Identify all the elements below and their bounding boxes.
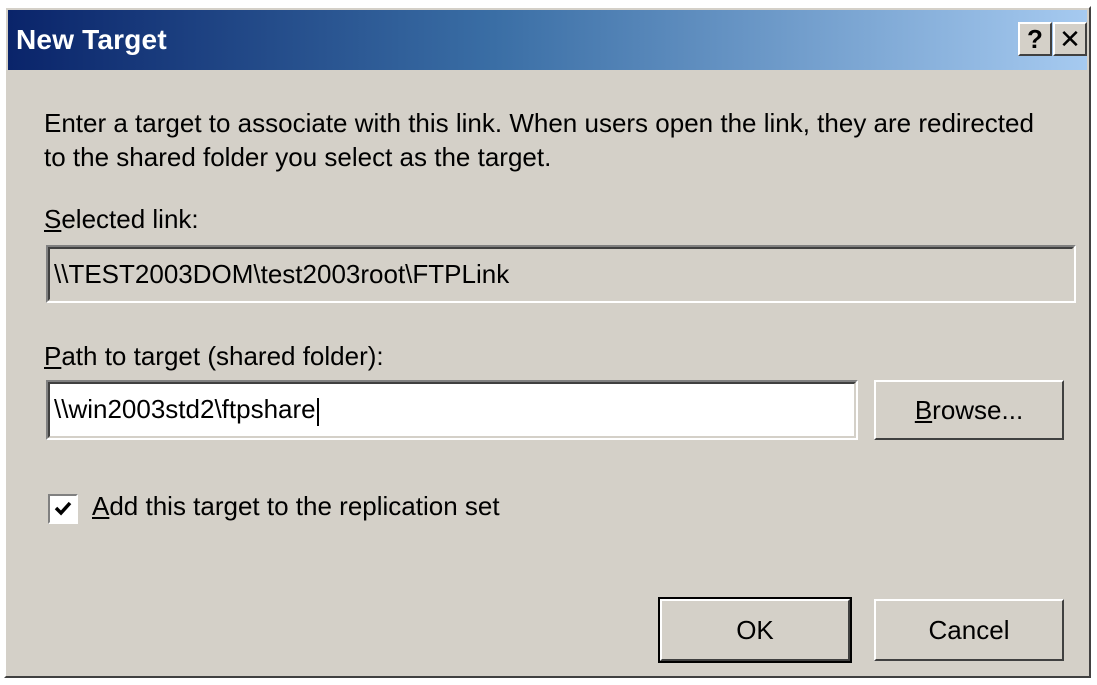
- close-icon: ✕: [1059, 24, 1081, 54]
- cancel-button[interactable]: Cancel: [874, 599, 1064, 661]
- selected-link-label: Selected link:: [44, 204, 199, 234]
- path-to-target-value: \\win2003std2\ftpshare: [54, 394, 316, 425]
- selected-link-value: \\TEST2003DOM\test2003root\FTPLink: [54, 258, 510, 289]
- title-bar[interactable]: New Target ? ✕: [8, 10, 1087, 70]
- checkmark-icon: [54, 501, 72, 516]
- browse-button-label: Browse...: [914, 394, 1024, 425]
- replication-checkbox-label[interactable]: Add this target to the replication set: [92, 491, 500, 522]
- path-to-target-input[interactable]: \\win2003std2\ftpshare: [46, 380, 858, 440]
- ok-button-label: OK: [736, 614, 774, 645]
- ok-button[interactable]: OK: [658, 597, 852, 663]
- help-button[interactable]: ?: [1018, 22, 1052, 56]
- new-target-dialog: New Target ? ✕ Enter a target to associa…: [4, 6, 1091, 678]
- replication-checkbox[interactable]: [48, 494, 78, 524]
- dialog-title: New Target: [16, 24, 167, 55]
- close-button[interactable]: ✕: [1053, 22, 1087, 56]
- instructions-text: Enter a target to associate with this li…: [44, 108, 1034, 172]
- selected-link-field: \\TEST2003DOM\test2003root\FTPLink: [46, 245, 1076, 303]
- cancel-button-label: Cancel: [928, 614, 1010, 645]
- path-to-target-label: Path to target (shared folder):: [44, 341, 384, 371]
- help-icon: ?: [1027, 24, 1043, 54]
- browse-button[interactable]: Browse...: [874, 380, 1064, 440]
- text-caret: [316, 397, 319, 426]
